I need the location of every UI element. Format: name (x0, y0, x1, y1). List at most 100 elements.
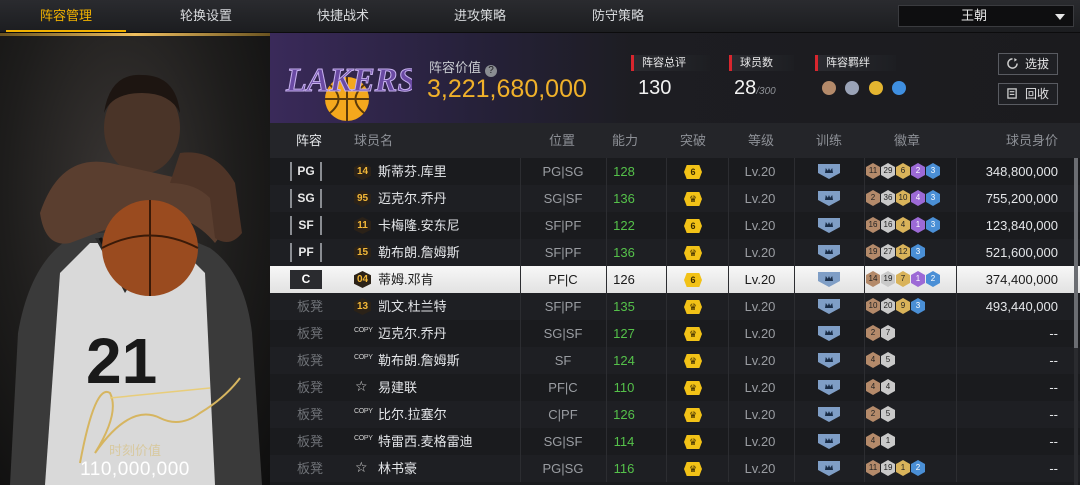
tab-lineup-management[interactable]: 阵容管理 (6, 0, 126, 32)
column-divider (794, 374, 795, 401)
crown-shield-icon[interactable] (818, 380, 840, 395)
refresh-icon (1007, 58, 1018, 69)
header-player-value[interactable]: 球员身价 (1006, 123, 1058, 158)
table-row[interactable]: PG 14 斯蒂芬.库里 PG|SG 128 6 Lv.20 11 29 6 2 3 348,800,0… (270, 158, 1080, 185)
crown-shield-icon[interactable] (818, 434, 840, 449)
player-name: 林书豪 (378, 461, 418, 476)
header-training: 训练 (816, 133, 843, 148)
team-dropdown[interactable]: 王朝 (898, 5, 1074, 27)
column-divider (520, 455, 521, 482)
badge-gold: 1 (896, 460, 910, 476)
table-row[interactable]: PF 15 勒布朗.詹姆斯 SF|PF 136 ♛ Lv.20 19 27 12 3 521,600,… (270, 239, 1080, 266)
tab-quick-tactics[interactable]: 快捷战术 (283, 0, 403, 32)
badge-list[interactable]: 44 (866, 379, 896, 395)
column-divider (666, 293, 667, 320)
column-divider (956, 185, 957, 212)
scrollbar[interactable] (1074, 158, 1078, 485)
player-card[interactable]: 21 时刻价值 110,000,000 (0, 33, 270, 485)
crown-shield-icon[interactable] (818, 272, 840, 287)
table-row[interactable]: 板凳 COPY 特雷西.麦格雷迪 SG|SF 114 ♛ Lv.20 4 1 -- (270, 428, 1080, 455)
crown-shield-icon[interactable] (818, 245, 840, 260)
table-row[interactable]: 板凳 COPY 迈克尔.乔丹 SG|SF 127 ♛ Lv.20 2 7 -- (270, 320, 1080, 347)
star-icon: ☆ (355, 378, 368, 394)
table-row[interactable]: 板凳 COPY 勒布朗.詹姆斯 SF 124 ♛ Lv.20 4 5 -- (270, 347, 1080, 374)
bond-icon-gold[interactable] (868, 81, 883, 95)
badge-list[interactable]: 41 (866, 433, 896, 449)
table-row[interactable]: 板凳 COPY 比尔.拉塞尔 C|PF 126 ♛ Lv.20 2 5 -- (270, 401, 1080, 428)
badge-silver: 7 (881, 325, 895, 341)
header-breakthrough[interactable]: 突破 (680, 123, 706, 158)
badge-list[interactable]: 10 20 9 3 (866, 298, 926, 314)
crown-shield-icon[interactable] (818, 191, 840, 206)
tab-rotation-settings[interactable]: 轮换设置 (146, 0, 266, 32)
column-divider (520, 158, 521, 185)
player-position: SF|PF (544, 299, 582, 314)
badge-bronze: 4 (866, 379, 880, 395)
column-divider (864, 401, 865, 428)
player-ability: 116 (613, 461, 635, 476)
column-divider (520, 293, 521, 320)
bond-icons[interactable] (822, 81, 911, 100)
column-divider (606, 158, 607, 185)
column-divider (728, 293, 729, 320)
column-divider (520, 320, 521, 347)
header-ability[interactable]: 能力 (612, 123, 638, 158)
tab-defense-strategy[interactable]: 防守策略 (558, 0, 678, 32)
badge-list[interactable]: 45 (866, 352, 896, 368)
table-row[interactable]: 板凳 13 凯文.杜兰特 SF|PF 135 ♛ Lv.20 10 20 9 3 493,440,00… (270, 293, 1080, 320)
crown-shield-icon[interactable] (818, 461, 840, 476)
badge-list[interactable]: 11 19 1 2 (866, 460, 926, 476)
crown-shield-icon[interactable] (818, 218, 840, 233)
breakthrough-crown-icon: ♛ (684, 435, 702, 449)
crown-shield-icon[interactable] (818, 407, 840, 422)
badge-list[interactable]: 14 19 7 1 2 (866, 271, 941, 287)
pick-button[interactable]: 选拔 (998, 53, 1058, 75)
badge-list[interactable]: 11 29 6 2 3 (866, 163, 941, 179)
scrollbar-thumb[interactable] (1074, 158, 1078, 348)
badge-list[interactable]: 2 36 10 4 3 (866, 190, 941, 206)
column-divider (606, 293, 607, 320)
player-value: 493,440,000 (985, 299, 1058, 314)
svg-text:21: 21 (86, 325, 157, 397)
table-row[interactable]: SF 11 卡梅隆.安东尼 SF|PF 122 6 Lv.20 16 16 4 1 3 123,840,… (270, 212, 1080, 239)
badge-bronze: 19 (866, 244, 880, 260)
breakthrough-crown-icon: ♛ (684, 192, 702, 206)
badge-silver: 16 (881, 217, 895, 233)
table-row[interactable]: 板凳 ☆ 林书豪 PG|SG 116 ♛ Lv.20 11 19 1 2 -- (270, 455, 1080, 482)
badge-list[interactable]: 25 (866, 406, 896, 422)
crown-shield-icon[interactable] (818, 353, 840, 368)
badge-list[interactable]: 27 (866, 325, 896, 341)
badge-bronze: 11 (866, 163, 880, 179)
column-divider (606, 347, 607, 374)
bond-icon-silver[interactable] (845, 81, 860, 95)
player-value: -- (1049, 407, 1058, 422)
badge-list[interactable]: 19 27 12 3 (866, 244, 926, 260)
tab-offense-strategy[interactable]: 进攻策略 (420, 0, 540, 32)
table-row[interactable]: 板凳 ☆ 易建联 PF|C 110 ♛ Lv.20 4 4 -- (270, 374, 1080, 401)
table-row[interactable]: C 04 蒂姆.邓肯 PF|C 126 6 Lv.20 14 19 7 1 2 374,400,000 (270, 266, 1080, 293)
badge-gold: 9 (896, 298, 910, 314)
recycle-button[interactable]: 回收 (998, 83, 1058, 105)
column-divider (728, 428, 729, 455)
player-ability: 110 (613, 380, 635, 395)
header-position[interactable]: 位置 (549, 123, 575, 158)
column-divider (666, 401, 667, 428)
player-position: SF (554, 353, 572, 368)
header-level[interactable]: 等级 (748, 123, 774, 158)
column-divider (666, 320, 667, 347)
column-divider (728, 320, 729, 347)
crown-shield-icon[interactable] (818, 299, 840, 314)
column-divider (794, 185, 795, 212)
badge-bronze: 14 (866, 271, 880, 287)
column-divider (520, 401, 521, 428)
badge-bronze: 2 (866, 190, 880, 206)
badge-list[interactable]: 16 16 4 1 3 (866, 217, 941, 233)
column-divider (864, 320, 865, 347)
table-row[interactable]: SG 95 迈克尔.乔丹 SG|SF 136 ♛ Lv.20 2 36 10 4 3 755,200,0… (270, 185, 1080, 212)
bond-icon-bronze[interactable] (822, 81, 836, 95)
crown-shield-icon[interactable] (818, 164, 840, 179)
crown-shield-icon[interactable] (818, 326, 840, 341)
player-value: 123,840,000 (985, 218, 1058, 233)
bond-icon-blue[interactable] (892, 81, 907, 95)
player-position: SG|SF (543, 191, 583, 206)
